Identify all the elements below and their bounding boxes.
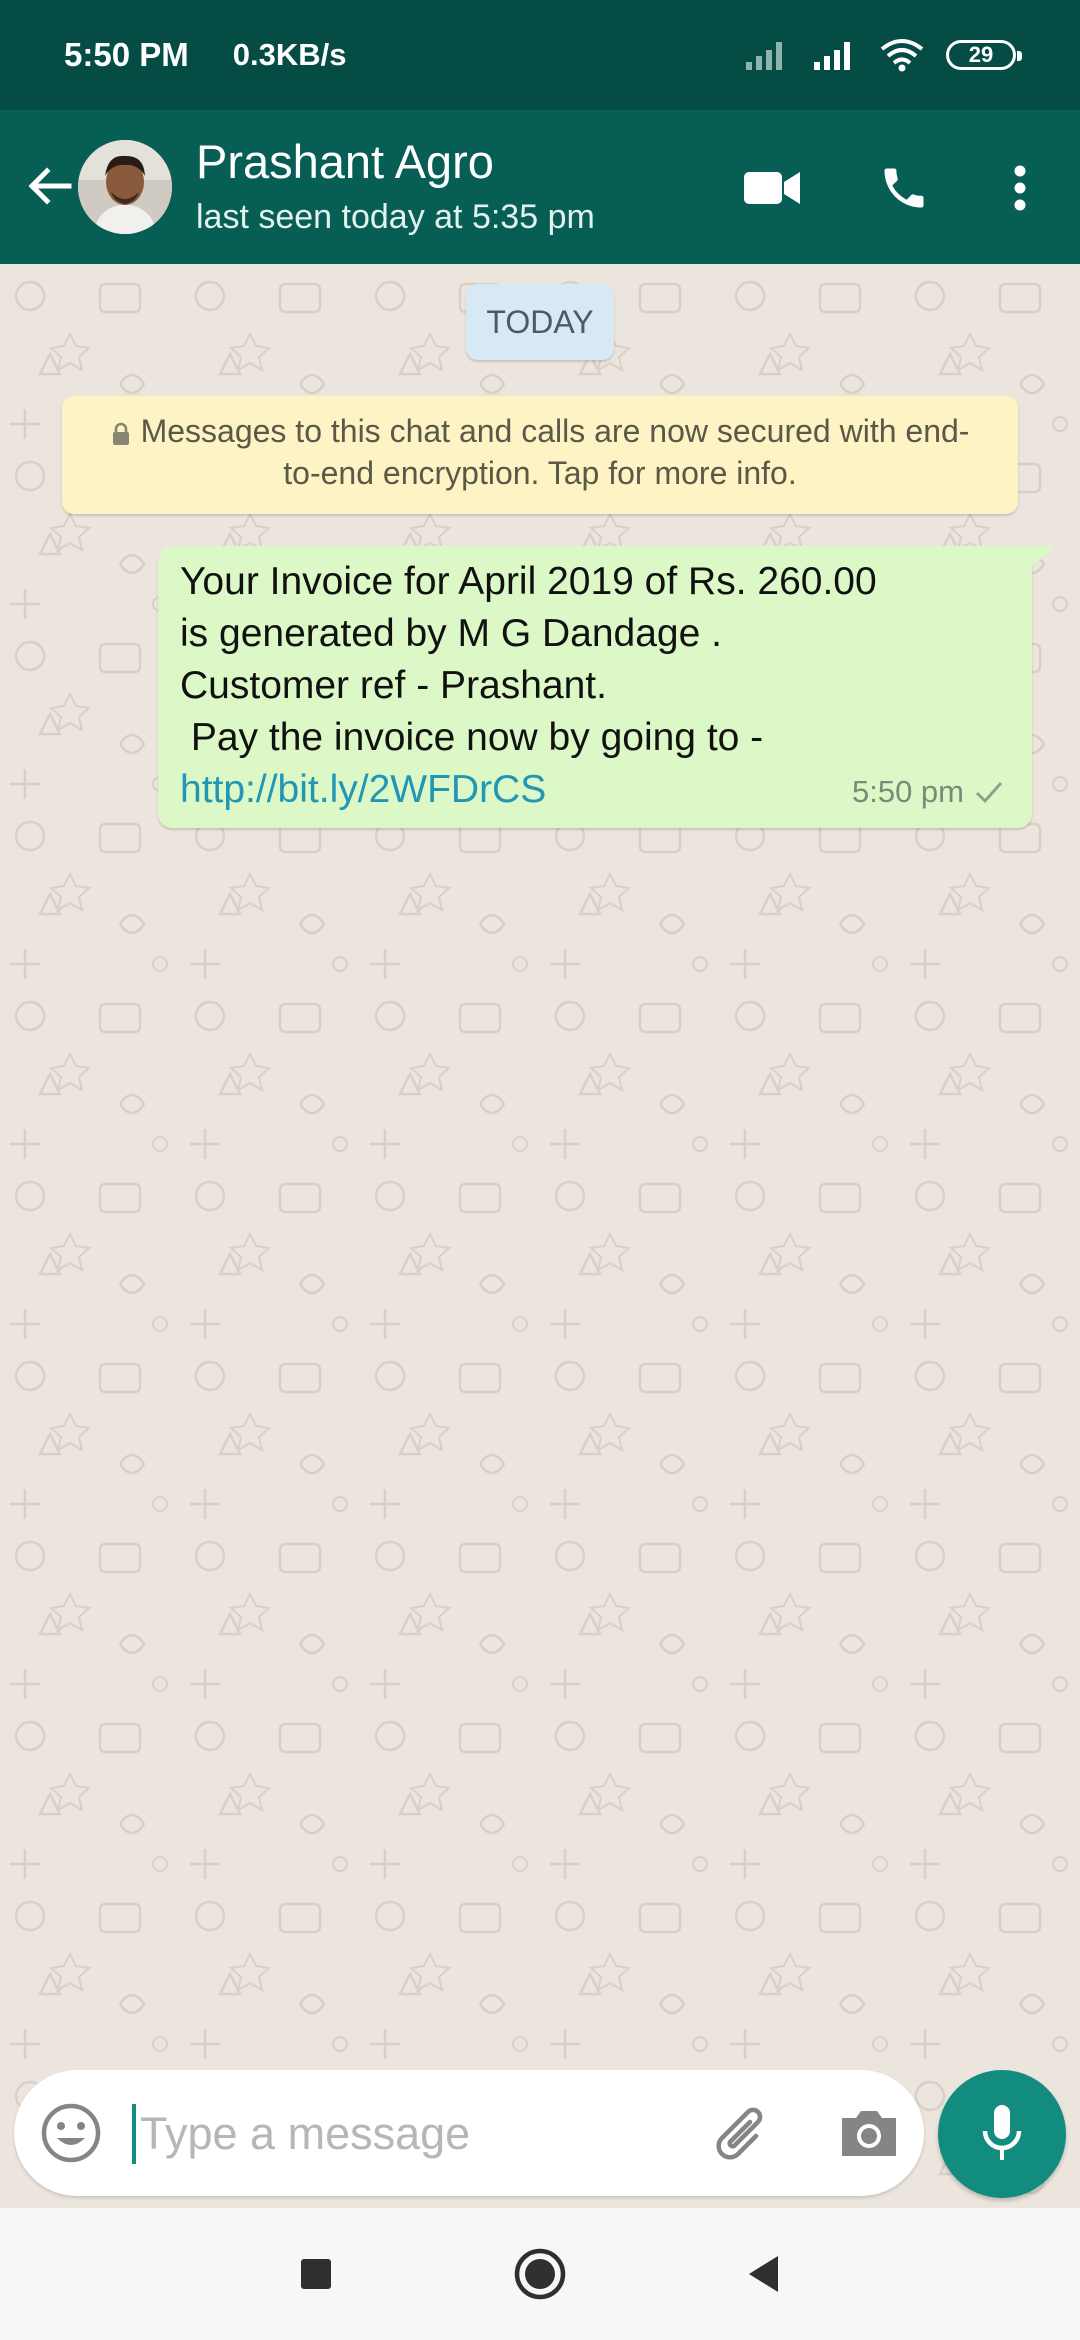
system-back-button[interactable] (734, 2244, 794, 2304)
message-composer (14, 2070, 924, 2196)
home-circle-icon (514, 2248, 566, 2300)
chat-area[interactable]: TODAY Messages to this chat and calls ar… (0, 264, 1080, 2208)
home-button[interactable] (510, 2244, 570, 2304)
battery-icon: 29 (946, 40, 1022, 70)
lock-icon (112, 422, 129, 445)
attach-button[interactable] (706, 2096, 780, 2170)
contact-name[interactable]: Prashant Agro (196, 134, 494, 189)
message-input[interactable] (140, 2106, 660, 2162)
network-speed: 0.3KB/s (232, 37, 347, 72)
message-time: 5:50 pm (851, 774, 964, 809)
text-caret (132, 2104, 136, 2164)
camera-icon (842, 2111, 896, 2156)
voice-call-button[interactable] (862, 146, 946, 230)
voice-message-button[interactable] (938, 2070, 1066, 2198)
wifi-icon (880, 39, 924, 72)
message-text-line: Pay the invoice now by going to - (180, 716, 764, 759)
attach-icon (716, 2107, 763, 2160)
video-call-icon (744, 172, 800, 204)
system-nav-bar (0, 2208, 1080, 2340)
recents-square-icon (301, 2259, 331, 2289)
back-button[interactable] (14, 150, 86, 222)
message-meta: 5:50 pm (852, 766, 1004, 818)
status-icons: 29 (744, 38, 1022, 72)
recents-button[interactable] (286, 2244, 346, 2304)
message-text-line: is generated by M G Dandage . (180, 612, 722, 655)
avatar[interactable] (78, 140, 172, 234)
message-text-line: Your Invoice for April 2019 of Rs. 260.0… (180, 560, 877, 603)
single-check-icon (975, 782, 1003, 804)
date-chip: TODAY (466, 284, 614, 360)
chat-header: Prashant Agro last seen today at 5:35 pm (0, 110, 1080, 264)
battery-level: 29 (968, 42, 994, 67)
more-options-button[interactable] (978, 146, 1062, 230)
encryption-notice[interactable]: Messages to this chat and calls are now … (62, 396, 1018, 514)
last-seen-status: last seen today at 5:35 pm (196, 198, 595, 236)
more-options-icon (1014, 165, 1026, 211)
phone-call-icon (884, 168, 924, 208)
bubble-tail (1030, 546, 1053, 568)
video-call-button[interactable] (730, 146, 814, 230)
back-arrow-icon (28, 167, 72, 205)
signal-icon (814, 42, 850, 70)
back-triangle-icon (749, 2256, 778, 2292)
emoji-icon (41, 2103, 101, 2163)
mic-icon (982, 2105, 1022, 2160)
contact-photo (78, 140, 172, 234)
status-time: 5:50 PM (64, 36, 189, 73)
status-bar: 5:50 PM 0.3KB/s 29 (0, 0, 1080, 110)
signal-weak-icon (746, 42, 782, 70)
message-bubble-outgoing[interactable]: Your Invoice for April 2019 of Rs. 260.0… (158, 546, 1053, 828)
message-text-line: Customer ref - Prashant. (180, 664, 607, 707)
emoji-button[interactable] (38, 2100, 104, 2166)
encryption-notice-text: Messages to this chat and calls are now … (140, 413, 970, 491)
camera-button[interactable] (832, 2096, 906, 2170)
